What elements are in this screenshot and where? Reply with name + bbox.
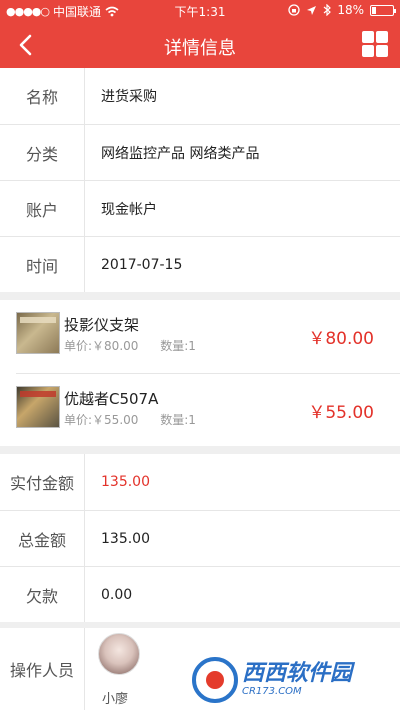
page-title: 详情信息 (164, 38, 236, 59)
battery-percent: 18% (337, 3, 364, 17)
info-label: 时间 (0, 237, 85, 292)
total-label: 实付金额 (0, 454, 85, 510)
info-row-time: 时间 2017-07-15 (0, 237, 400, 292)
product-price: ￥80.00 (308, 329, 374, 349)
product-meta: 单价:￥55.00 数量:1 (64, 411, 214, 428)
total-label: 欠款 (0, 567, 85, 622)
product-item[interactable]: 投影仪支架 单价:￥80.00 数量:1 ￥80.00 (0, 300, 400, 372)
product-item[interactable]: 优越者C507A 单价:￥55.00 数量:1 ￥55.00 (0, 374, 400, 446)
info-value: 2017-07-15 (101, 256, 183, 273)
location-arrow-icon (307, 5, 317, 15)
watermark-sub-text: CR173.COM (242, 686, 302, 697)
product-price: ￥55.00 (308, 403, 374, 423)
grid-cell (362, 31, 374, 43)
total-value: 135.00 (101, 530, 150, 547)
battery-icon (370, 4, 396, 16)
watermark-emblem-icon (192, 657, 238, 703)
operator-name: 小廖 (102, 692, 129, 707)
product-meta: 单价:￥80.00 数量:1 (64, 337, 214, 354)
watermark-main-text: 西西软件园 (242, 661, 353, 686)
operator-label: 操作人员 (0, 628, 85, 710)
info-row-category: 分类 网络监控产品 网络类产品 (0, 125, 400, 180)
avatar[interactable] (98, 633, 140, 675)
product-thumbnail (16, 386, 60, 428)
watermark-logo: 西西软件园 CR173.COM (192, 657, 392, 703)
info-row-name: 名称 进货采购 (0, 68, 400, 124)
bluetooth-icon (323, 4, 332, 16)
info-value: 现金帐户 (101, 201, 157, 218)
product-name: 优越者C507A (64, 390, 159, 408)
thumbnail-label-strip (20, 317, 56, 323)
total-value: 135.00 (101, 474, 150, 490)
product-quantity: 数量:1 (160, 413, 196, 427)
product-thumbnail (16, 312, 60, 354)
info-label: 分类 (0, 125, 85, 180)
grid-menu-icon[interactable] (362, 31, 388, 57)
total-label: 总金额 (0, 511, 85, 566)
grid-cell (362, 45, 374, 57)
grid-cell (376, 31, 388, 43)
product-unit-price: 单价:￥80.00 (64, 339, 139, 353)
nav-bar: 详情信息 (0, 22, 400, 68)
watermark-text: 西西软件园 CR173.COM (242, 663, 352, 697)
info-value: 网络监控产品 网络类产品 (101, 145, 260, 162)
info-value: 进货采购 (101, 89, 157, 105)
total-value: 0.00 (101, 586, 133, 603)
rotation-lock-icon (288, 4, 300, 16)
products-section: 投影仪支架 单价:￥80.00 数量:1 ￥80.00 优越者C507A 单价:… (0, 300, 400, 446)
totals-section: 实付金额 135.00 总金额 135.00 欠款 0.00 (0, 454, 400, 622)
info-row-account: 账户 现金帐户 (0, 181, 400, 236)
product-quantity: 数量:1 (160, 339, 196, 353)
thumbnail-label-strip (20, 391, 56, 397)
product-unit-price: 单价:￥55.00 (64, 413, 139, 427)
status-right: 18% (288, 3, 396, 17)
info-label: 账户 (0, 181, 85, 236)
total-row-debt: 欠款 0.00 (0, 567, 400, 622)
info-section: 名称 进货采购 分类 网络监控产品 网络类产品 账户 现金帐户 时间 2017-… (0, 68, 400, 292)
product-name: 投影仪支架 (64, 316, 140, 334)
info-label: 名称 (0, 68, 85, 124)
grid-cell (376, 45, 388, 57)
total-row-paid: 实付金额 135.00 (0, 454, 400, 510)
status-bar: ●●●●○ 中国联通 下午1:31 18% (0, 0, 400, 22)
total-row-sum: 总金额 135.00 (0, 511, 400, 566)
battery-fill (372, 6, 376, 14)
